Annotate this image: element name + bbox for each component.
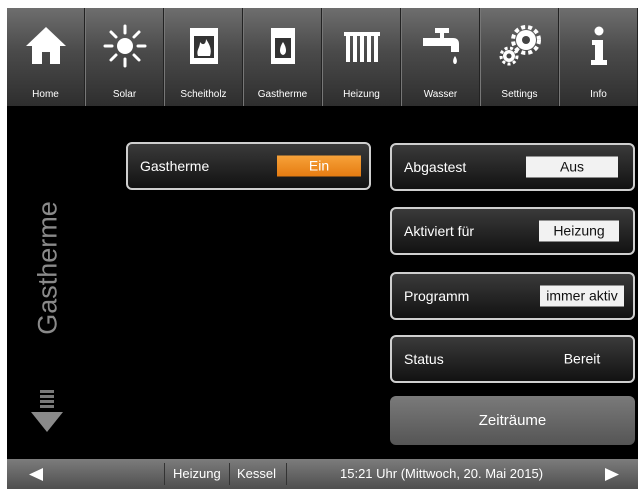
status-display: Status Bereit (390, 335, 635, 383)
gastherme-toggle[interactable]: Ein (277, 155, 361, 177)
footer-divider (164, 463, 165, 485)
footer-divider (229, 463, 230, 485)
nav-label: Home (32, 89, 59, 100)
scroll-down-icon[interactable] (31, 390, 63, 434)
nav-scheitholz[interactable]: Scheitholz (164, 8, 243, 106)
arrow-right-icon[interactable] (605, 468, 619, 481)
nav-wasser[interactable]: Wasser (401, 8, 480, 106)
nav-label: Wasser (423, 89, 458, 100)
nav-info[interactable]: Info (559, 8, 638, 106)
nav-label: Heizung (343, 89, 380, 100)
info-icon (590, 26, 607, 65)
status-value: Bereit (563, 350, 601, 367)
nav-label: Scheitholz (180, 89, 227, 100)
footer-bar: Heizung Kessel 15:21 Uhr (Mittwoch, 20. … (7, 459, 638, 489)
faucet-icon (422, 28, 459, 64)
nav-home[interactable]: Home (7, 8, 85, 106)
app-window: Home Solar Scheitholz Gastherme Heizung … (7, 8, 638, 489)
arrow-left-icon[interactable] (29, 468, 43, 481)
sun-icon (103, 24, 146, 68)
footer-divider (286, 463, 287, 485)
nav-label: Solar (112, 89, 137, 100)
nav-settings[interactable]: Settings (480, 8, 559, 106)
footer-datetime: 15:21 Uhr (Mittwoch, 20. Mai 2015) (340, 466, 544, 481)
aktiviert-control: Aktiviert für Heizung (390, 207, 635, 255)
nav-heizung[interactable]: Heizung (322, 8, 401, 106)
wood-stove-icon (189, 28, 218, 64)
programm-label: Programm (404, 288, 470, 304)
nav-label: Gastherme (257, 89, 308, 100)
nav-gastherme[interactable]: Gastherme (243, 8, 322, 106)
abgastest-label: Abgastest (404, 159, 467, 175)
zeitraeume-button[interactable]: Zeiträume (390, 396, 635, 445)
status-label: Status (404, 351, 444, 367)
gastherme-control: Gastherme Ein (126, 142, 371, 190)
page-title: Gastherme (32, 201, 63, 335)
top-navigation: Home Solar Scheitholz Gastherme Heizung … (7, 8, 638, 106)
programm-control: Programm immer aktiv (390, 272, 635, 320)
breadcrumb-heizung[interactable]: Heizung (173, 459, 221, 489)
aktiviert-select[interactable]: Heizung (539, 220, 619, 242)
nav-solar[interactable]: Solar (85, 8, 164, 106)
house-icon (25, 27, 66, 64)
gastherme-label: Gastherme (140, 158, 210, 174)
gears-icon (499, 25, 541, 66)
programm-select[interactable]: immer aktiv (540, 285, 624, 307)
breadcrumb-kessel[interactable]: Kessel (237, 459, 276, 489)
abgastest-toggle[interactable]: Aus (526, 156, 618, 178)
gas-boiler-icon (270, 28, 295, 64)
abgastest-control: Abgastest Aus (390, 143, 635, 191)
nav-label: Settings (501, 89, 538, 100)
radiator-icon (343, 32, 380, 62)
nav-label: Info (590, 89, 607, 100)
aktiviert-label: Aktiviert für (404, 223, 475, 239)
